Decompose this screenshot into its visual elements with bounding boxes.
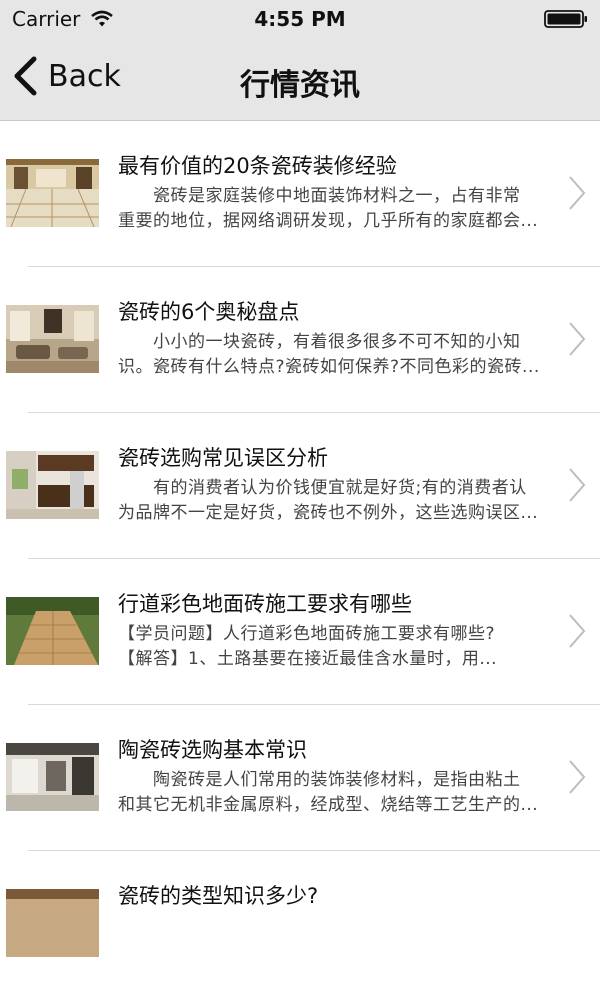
summary-line: 【解答】1、土路基要在接近最佳含水量时，用... <box>118 649 498 669</box>
chevron-right-icon <box>569 614 586 648</box>
chevron-right-icon <box>569 760 586 794</box>
article-thumbnail-image <box>6 305 99 373</box>
summary-line: 识。瓷砖有什么特点?瓷砖如何保养?不同色彩的瓷砖... <box>118 357 540 377</box>
article-title: 行道彩色地面砖施工要求有哪些 <box>118 592 412 616</box>
status-bar: Carrier 4:55 PM <box>0 0 600 40</box>
article-title: 瓷砖选购常见误区分析 <box>118 446 328 470</box>
summary-line: 为品牌不一定是好货，瓷砖也不例外，这些选购误区... <box>118 503 539 523</box>
article-thumbnail-image <box>6 451 99 519</box>
battery-icon <box>544 10 587 28</box>
article-summary: 瓷砖是家庭装修中地面装饰材料之一，占有非常 重要的地位，据网络调研发现，几乎所有… <box>118 184 566 234</box>
summary-line: 有的消费者认为价钱便宜就是好货;有的消费者认 <box>118 478 527 498</box>
article-thumbnail-image <box>6 597 99 665</box>
article-thumbnail-image <box>6 159 99 227</box>
article-summary: 小小的一块瓷砖，有着很多很多不可不知的小知 识。瓷砖有什么特点?瓷砖如何保养?不… <box>118 330 566 380</box>
summary-line: 【学员问题】人行道彩色地面砖施工要求有哪些? <box>118 624 496 644</box>
article-title: 瓷砖的6个奥秘盘点 <box>118 300 300 324</box>
list-item[interactable]: 瓷砖选购常见误区分析 有的消费者认为价钱便宜就是好货;有的消费者认 为品牌不一定… <box>0 413 600 559</box>
article-list: 最有价值的20条瓷砖装修经验 瓷砖是家庭装修中地面装饰材料之一，占有非常 重要的… <box>0 121 600 997</box>
page-title: 行情资讯 <box>240 68 360 103</box>
list-item[interactable]: 陶瓷砖选购基本常识 陶瓷砖是人们常用的装饰装修材料，是指由粘土 和其它无机非金属… <box>0 705 600 851</box>
summary-line: 小小的一块瓷砖，有着很多很多不可不知的小知 <box>118 332 521 352</box>
chevron-right-icon <box>569 468 586 502</box>
summary-line: 重要的地位，据网络调研发现，几乎所有的家庭都会... <box>118 211 539 231</box>
article-title: 最有价值的20条瓷砖装修经验 <box>118 154 397 178</box>
list-item[interactable]: 瓷砖的类型知识多少? <box>0 851 600 997</box>
list-item[interactable]: 最有价值的20条瓷砖装修经验 瓷砖是家庭装修中地面装饰材料之一，占有非常 重要的… <box>0 121 600 267</box>
article-title: 陶瓷砖选购基本常识 <box>118 738 307 762</box>
article-summary <box>118 914 566 964</box>
summary-line: 陶瓷砖是人们常用的装饰装修材料，是指由粘土 <box>118 770 521 790</box>
article-summary: 陶瓷砖是人们常用的装饰装修材料，是指由粘土 和其它无机非金属原料，经成型、烧结等… <box>118 768 566 818</box>
list-item[interactable]: 瓷砖的6个奥秘盘点 小小的一块瓷砖，有着很多很多不可不知的小知 识。瓷砖有什么特… <box>0 267 600 413</box>
summary-line: 和其它无机非金属原料，经成型、烧结等工艺生产的... <box>118 795 539 815</box>
navigation-bar: Back 行情资讯 <box>0 40 600 121</box>
chevron-right-icon <box>569 176 586 210</box>
summary-line: 瓷砖是家庭装修中地面装饰材料之一，占有非常 <box>118 186 521 206</box>
list-item[interactable]: 行道彩色地面砖施工要求有哪些 【学员问题】人行道彩色地面砖施工要求有哪些? 【解… <box>0 559 600 705</box>
article-title: 瓷砖的类型知识多少? <box>118 884 319 908</box>
article-thumbnail-image <box>6 889 99 957</box>
article-thumbnail-image <box>6 743 99 811</box>
article-summary: 有的消费者认为价钱便宜就是好货;有的消费者认 为品牌不一定是好货，瓷砖也不例外，… <box>118 476 566 526</box>
article-summary: 【学员问题】人行道彩色地面砖施工要求有哪些? 【解答】1、土路基要在接近最佳含水… <box>118 622 566 672</box>
status-time: 4:55 PM <box>254 7 346 31</box>
chevron-right-icon <box>569 322 586 356</box>
